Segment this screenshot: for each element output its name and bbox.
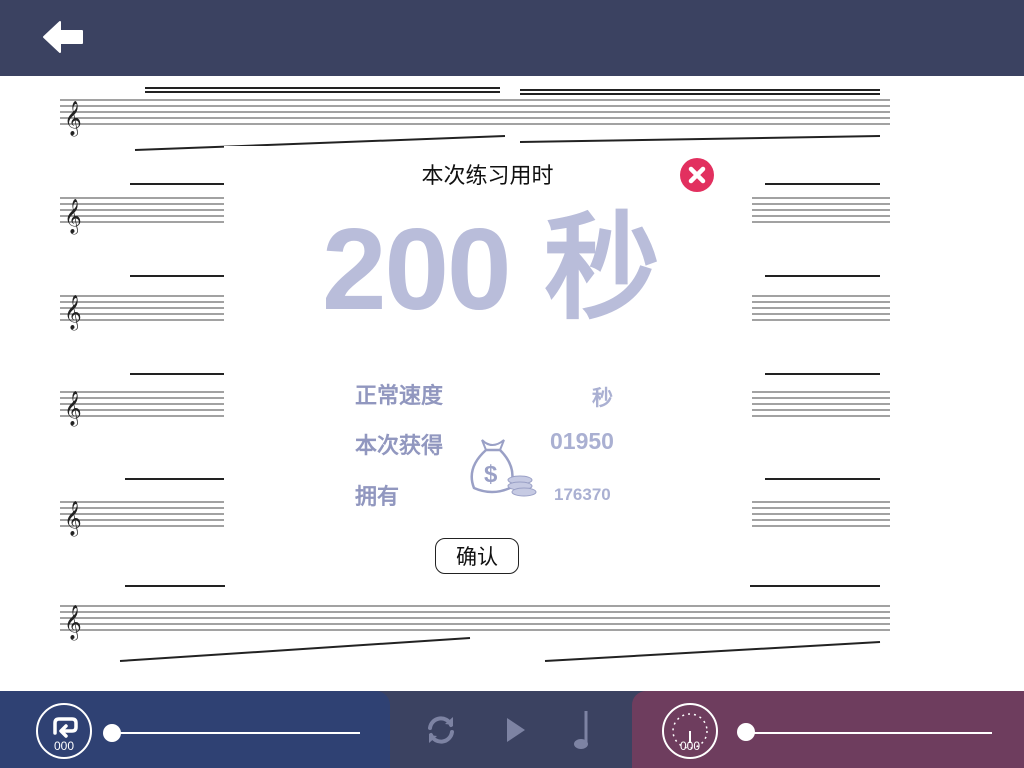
play-button[interactable]: [505, 717, 527, 747]
loop-slider-knob[interactable]: [103, 724, 121, 742]
back-button[interactable]: [38, 18, 88, 56]
note-icon: [574, 711, 588, 749]
bottom-bar: 000 000: [0, 691, 1024, 768]
normal-speed-value: 秒: [592, 386, 613, 410]
svg-text:𝄞: 𝄞: [64, 501, 82, 537]
practice-time-unit: 秒: [544, 201, 660, 336]
confirm-button[interactable]: 确认: [435, 538, 519, 574]
tempo-slider-track[interactable]: [746, 732, 992, 734]
practice-time-value: 200: [322, 204, 512, 334]
close-button[interactable]: [680, 158, 714, 192]
tempo-button[interactable]: 000: [662, 703, 718, 759]
note-button[interactable]: [572, 709, 594, 755]
tempo-count: 000: [679, 739, 701, 753]
owned-label: 拥有: [355, 485, 400, 510]
money-bag-icon: $: [464, 436, 540, 498]
refresh-icon: [428, 716, 454, 744]
close-icon: [688, 166, 706, 184]
tempo-slider-knob[interactable]: [737, 723, 755, 741]
loop-button[interactable]: 000: [36, 703, 92, 759]
back-arrow-icon: [43, 21, 83, 53]
svg-text:$: $: [484, 461, 498, 488]
owned-value: 176370: [554, 485, 611, 504]
svg-text:𝄞: 𝄞: [64, 199, 82, 235]
svg-text:𝄞: 𝄞: [64, 605, 82, 641]
svg-text:𝄞: 𝄞: [64, 295, 82, 331]
dialog-title: 本次练习用时: [421, 164, 554, 189]
top-bar: [0, 0, 1024, 76]
play-icon: [507, 718, 525, 742]
tempo-panel: 000: [632, 691, 1024, 768]
earned-value: 01950: [550, 428, 614, 454]
result-dialog: 本次练习用时 200 秒 正常速度 秒 本次获得 01950 拥有 176370…: [224, 146, 751, 574]
svg-text:𝄞: 𝄞: [64, 101, 82, 137]
earned-label: 本次获得: [355, 434, 444, 459]
loop-slider-track[interactable]: [112, 732, 360, 734]
svg-text:𝄞: 𝄞: [64, 391, 82, 427]
restart-button[interactable]: [424, 713, 458, 751]
normal-speed-label: 正常速度: [355, 384, 444, 409]
loop-panel: 000: [0, 691, 390, 768]
loop-count: 000: [53, 739, 75, 753]
